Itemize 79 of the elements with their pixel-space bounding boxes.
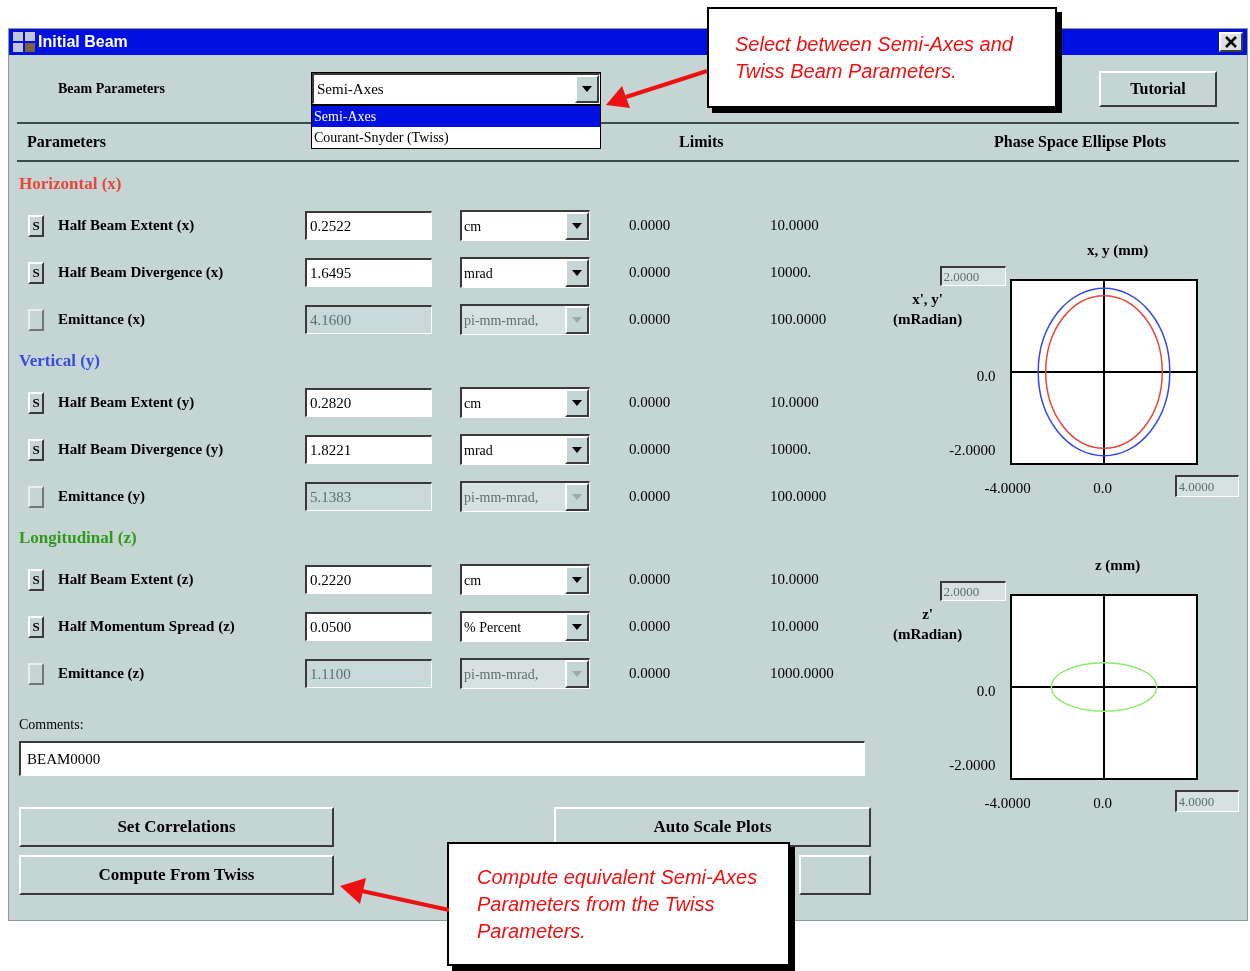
unit-dropdown[interactable]: cm — [460, 210, 590, 241]
limit-min: 0.0000 — [628, 664, 672, 684]
limit-max: 1000.0000 — [770, 664, 835, 684]
value-field[interactable]: 1.8221 — [305, 435, 432, 464]
y-tick-label: 0.0 — [975, 682, 996, 701]
limit-max: 10.0000 — [770, 216, 820, 236]
window-title: Initial Beam — [38, 32, 128, 52]
scan-button[interactable]: S — [28, 568, 44, 591]
limit-max: 10.0000 — [770, 570, 820, 590]
comments-label: Comments: — [19, 716, 85, 734]
blank-button[interactable] — [799, 855, 871, 895]
callout-text: Select between Semi-Axes and Twiss Beam Parameters. — [735, 31, 1015, 84]
parameter-label: Half Beam Extent (x) — [57, 216, 196, 236]
auto-scale-button[interactable]: Auto Scale Plots — [554, 807, 871, 847]
parameter-label: Emittance (x) — [57, 310, 147, 330]
limit-min: 0.0000 — [628, 263, 672, 283]
limit-min: 0.0000 — [628, 440, 672, 460]
close-icon — [1225, 36, 1237, 48]
x-tick-label: -4.0000 — [983, 794, 1032, 813]
limit-max: 10000. — [770, 263, 813, 283]
unit-dropdown[interactable]: mrad — [460, 257, 590, 288]
section-heading: Vertical (y) — [19, 350, 101, 373]
limit-max: 10.0000 — [770, 617, 820, 637]
y-tick-label: -2.0000 — [948, 441, 996, 460]
parameter-label: Half Beam Extent (z) — [57, 570, 195, 590]
section-heading: Longitudinal (z) — [19, 527, 137, 550]
tutorial-button[interactable]: Tutorial — [1099, 70, 1217, 107]
x-tick-label: -4.0000 — [983, 479, 1032, 498]
app-icon — [13, 32, 35, 52]
x-tick-label: 0.0 — [1092, 479, 1113, 498]
parameter-label: Emittance (z) — [57, 664, 146, 684]
limit-min: 0.0000 — [628, 393, 672, 413]
limit-min: 0.0000 — [628, 617, 672, 637]
value-field[interactable]: 0.2522 — [305, 211, 432, 240]
parameter-label: Emittance (y) — [57, 487, 147, 507]
action-button[interactable]: Set Correlations — [19, 807, 334, 847]
limit-max: 100.0000 — [770, 310, 828, 330]
parameter-label: Half Beam Divergence (x) — [57, 263, 225, 283]
limit-max: 10.0000 — [770, 393, 820, 413]
beam-parameters-dropdown[interactable]: Semi-Axes — [312, 73, 600, 104]
limit-max: 10000. — [770, 440, 813, 460]
scan-button[interactable]: S — [28, 438, 44, 461]
y-tick-label: 0.0 — [975, 367, 996, 386]
axis-label: x', y' (mRadian) — [892, 290, 964, 329]
callout-text: Compute equivalent Semi-Axes Parameters from the Twiss Parameters. — [477, 864, 759, 944]
value-field[interactable]: 0.2820 — [305, 388, 432, 417]
value-field[interactable]: 0.2220 — [305, 565, 432, 594]
parameter-label: Half Beam Extent (y) — [57, 393, 196, 413]
column-header: Parameters — [26, 132, 107, 152]
unit-dropdown[interactable]: cm — [460, 564, 590, 595]
limit-min: 0.0000 — [628, 216, 672, 236]
limit-min: 0.0000 — [628, 570, 672, 590]
unit-dropdown[interactable]: % Percent — [460, 611, 590, 642]
dropdown-option[interactable]: Semi-Axes — [312, 106, 600, 127]
column-header: Phase Space Ellipse Plots — [993, 132, 1167, 153]
comments-field[interactable]: BEAM0000 — [19, 741, 865, 776]
unit-dropdown[interactable]: mrad — [460, 434, 590, 465]
scan-button[interactable]: S — [28, 615, 44, 638]
scan-button[interactable]: S — [28, 261, 44, 284]
close-button[interactable] — [1219, 32, 1243, 52]
plot-title: z (mm) — [1093, 556, 1142, 575]
section-heading: Horizontal (x) — [19, 173, 122, 196]
scan-button[interactable]: S — [28, 214, 44, 237]
unit-dropdown[interactable]: cm — [460, 387, 590, 418]
beam-parameters-label: Beam Parameters — [58, 80, 166, 98]
x-tick-label: 0.0 — [1092, 794, 1113, 813]
column-header: Limits — [679, 132, 725, 152]
limit-min: 0.0000 — [628, 487, 672, 507]
action-button[interactable]: Compute From Twiss — [19, 855, 334, 895]
y-tick-label: -2.0000 — [948, 756, 996, 775]
limit-max: 100.0000 — [770, 487, 828, 507]
limit-min: 0.0000 — [628, 310, 672, 330]
scan-button[interactable]: S — [28, 391, 44, 414]
value-field[interactable]: 1.6495 — [305, 258, 432, 287]
plot-title: x, y (mm) — [1086, 241, 1150, 260]
axis-label: z' (mRadian) — [892, 605, 964, 644]
parameter-label: Half Momentum Spread (z) — [57, 617, 236, 637]
parameter-label: Half Beam Divergence (y) — [57, 440, 225, 460]
value-field[interactable]: 0.0500 — [305, 612, 432, 641]
